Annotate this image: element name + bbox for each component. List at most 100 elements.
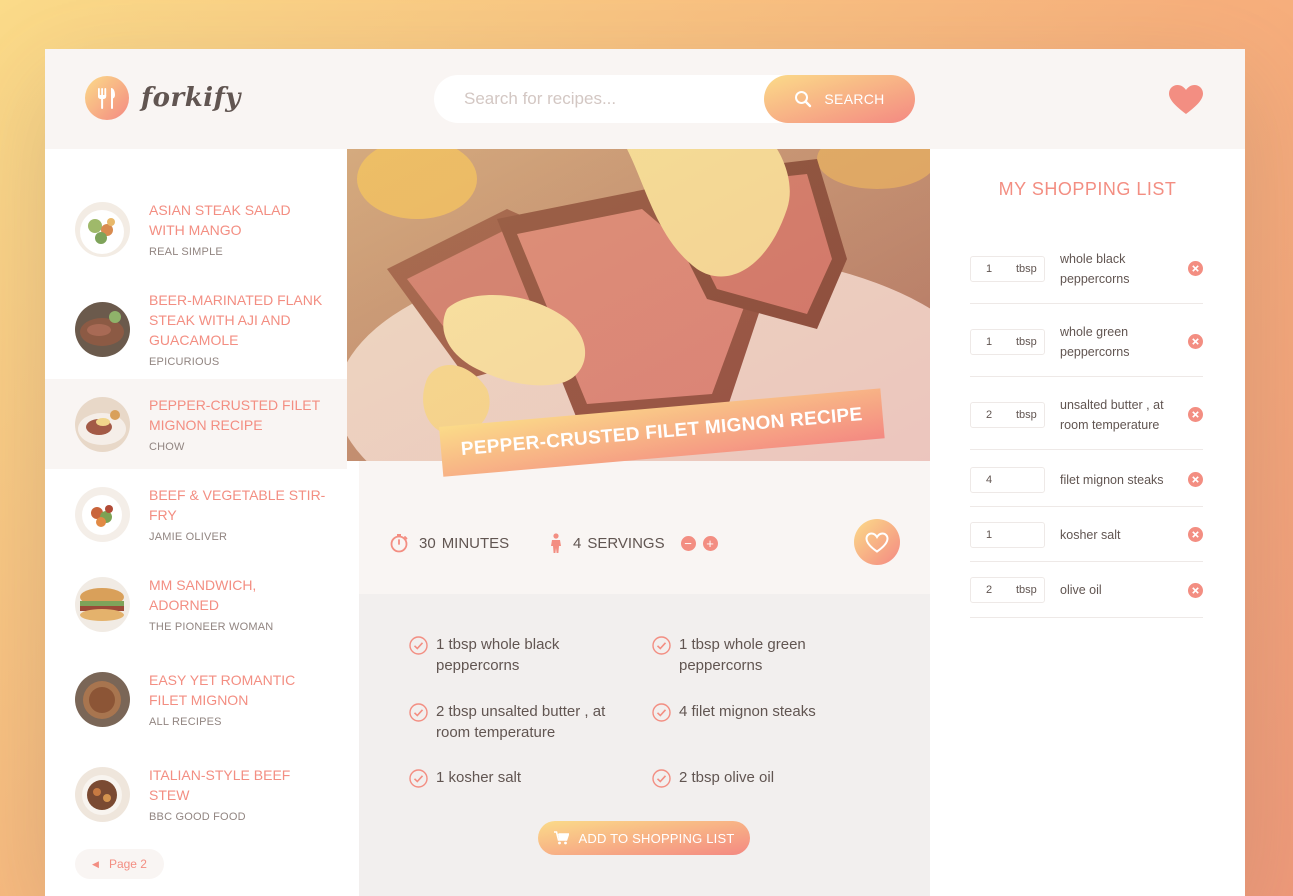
result-item-active[interactable]: PEPPER-CRUSTED FILET MIGNON RECIPE CHOW <box>45 379 347 469</box>
delete-circle-icon[interactable] <box>1188 582 1203 598</box>
result-title: ASIAN STEAK SALAD WITH MANGO <box>149 202 291 238</box>
check-circle-icon <box>409 636 428 655</box>
delete-circle-icon[interactable] <box>1188 261 1203 276</box>
recipe-details: 30 MINUTES 4 SERVINGS − + <box>359 519 930 584</box>
recipe-thumbnail <box>75 201 130 257</box>
ingredient-text: 4 filet mignon steaks <box>679 703 816 720</box>
result-title: BEER-MARINATED FLANK STEAK WITH AJI AND … <box>149 292 323 348</box>
shopping-item: 1 kosher salt <box>970 508 1203 562</box>
stopwatch-icon <box>390 534 408 553</box>
quantity-value: 1 <box>986 262 993 275</box>
shopping-item-description: olive oil <box>1060 583 1102 597</box>
shopping-item: 1 tbsp whole black peppercorns <box>970 234 1203 304</box>
delete-circle-icon[interactable] <box>1188 527 1203 542</box>
recipe-thumbnail <box>75 396 130 452</box>
check-circle-icon <box>652 703 671 722</box>
recipe-thumbnail <box>75 576 130 632</box>
decrease-servings-button[interactable]: − <box>680 535 696 551</box>
ingredient-text: 1 tbsp whole black peppercorns <box>436 636 560 674</box>
servings-value: 4 <box>573 534 582 552</box>
ingredient-item: 2 tbsp olive oil <box>652 767 872 788</box>
person-icon <box>551 533 561 553</box>
result-item[interactable]: EASY YET ROMANTIC FILET MIGNON ALL RECIP… <box>45 649 347 749</box>
quantity-field[interactable]: 1 <box>970 521 1045 548</box>
result-publisher: JAMIE OLIVER <box>149 531 228 543</box>
check-circle-icon <box>652 769 671 788</box>
result-publisher: BBC GOOD FOOD <box>149 811 246 823</box>
shopping-item-description: kosher salt <box>1060 527 1121 542</box>
time-value: 30 <box>419 534 436 552</box>
recipe-thumbnail <box>75 766 130 822</box>
header: forkify SEARCH <box>45 49 1245 149</box>
quantity-value: 1 <box>986 528 993 541</box>
pagination-prev-button[interactable]: ◀ Page 2 <box>75 849 164 879</box>
recipe-thumbnail <box>75 671 130 727</box>
ingredient-item: 1 kosher salt <box>409 767 629 788</box>
result-item[interactable]: BEER-MARINATED FLANK STEAK WITH AJI AND … <box>45 274 347 384</box>
add-to-shopping-list-button[interactable]: ADD TO SHOPPING LIST <box>538 821 750 855</box>
shopping-item: 2 tbsp unsalted butter , at room tempera… <box>970 380 1203 450</box>
time-unit: MINUTES <box>441 534 510 552</box>
quantity-unit: tbsp <box>1016 335 1037 348</box>
triangle-left-icon: ◀ <box>92 858 99 869</box>
delete-circle-icon[interactable] <box>1188 407 1203 422</box>
result-text: BEEF & VEGETABLE STIR-FRY JAMIE OLIVER <box>149 485 329 543</box>
delete-circle-icon[interactable] <box>1188 334 1203 349</box>
result-text: MM SANDWICH, ADORNED THE PIONEER WOMAN <box>149 575 329 633</box>
result-title: BEEF & VEGETABLE STIR-FRY <box>149 487 326 523</box>
recipe-panel: PEPPER-CRUSTED FILET MIGNON RECIPE 30 MI… <box>347 149 942 896</box>
quantity-field[interactable]: 2 tbsp <box>970 401 1045 428</box>
result-text: ASIAN STEAK SALAD WITH MANGO REAL SIMPLE <box>149 200 329 258</box>
quantity-field[interactable]: 1 tbsp <box>970 255 1045 282</box>
logo[interactable]: forkify <box>85 76 241 120</box>
bookmark-recipe-button[interactable] <box>854 519 900 565</box>
pagination-label: Page 2 <box>108 857 147 871</box>
servings-unit: SERVINGS <box>587 534 665 552</box>
shopping-item: 1 tbsp whole green peppercorns <box>970 307 1203 377</box>
ingredient-item: 4 filet mignon steaks <box>652 701 872 722</box>
result-title: MM SANDWICH, ADORNED <box>149 577 257 613</box>
result-title: PEPPER-CRUSTED FILET MIGNON RECIPE <box>149 397 320 433</box>
quantity-value: 2 <box>986 584 993 596</box>
search-form: SEARCH <box>434 75 915 123</box>
ingredient-item: 1 tbsp whole black peppercorns <box>409 634 629 676</box>
shopping-item: 4 filet mignon steaks <box>970 453 1203 507</box>
result-item[interactable]: ASIAN STEAK SALAD WITH MANGO REAL SIMPLE <box>45 184 347 274</box>
shopping-item: 2 tbsp olive oil <box>970 563 1203 618</box>
shopping-item-description: whole green peppercorns <box>1060 324 1130 359</box>
result-publisher: CHOW <box>149 441 185 453</box>
quantity-value: 1 <box>986 335 993 348</box>
search-input[interactable] <box>434 75 734 123</box>
ingredient-item: 2 tbsp unsalted butter , at room tempera… <box>409 701 629 743</box>
result-publisher: EPICURIOUS <box>149 356 220 368</box>
quantity-field[interactable]: 4 <box>970 466 1045 493</box>
delete-circle-icon[interactable] <box>1188 472 1203 487</box>
result-text: PEPPER-CRUSTED FILET MIGNON RECIPE CHOW <box>149 395 329 453</box>
logo-text: forkify <box>141 83 241 113</box>
quantity-field[interactable]: 1 tbsp <box>970 328 1045 355</box>
result-item[interactable]: BEEF & VEGETABLE STIR-FRY JAMIE OLIVER <box>45 469 347 559</box>
result-text: EASY YET ROMANTIC FILET MIGNON ALL RECIP… <box>149 670 329 728</box>
result-item[interactable]: MM SANDWICH, ADORNED THE PIONEER WOMAN <box>45 559 347 649</box>
result-publisher: ALL RECIPES <box>149 716 222 728</box>
check-circle-icon <box>409 769 428 788</box>
bookmarks-heart-icon[interactable] <box>1169 85 1203 120</box>
shopping-list-panel: MY SHOPPING LIST 1 tbsp whole black pepp… <box>930 149 1245 896</box>
quantity-value: 4 <box>986 473 993 486</box>
increase-servings-button[interactable]: + <box>702 535 718 551</box>
add-button-label: ADD TO SHOPPING LIST <box>578 830 735 846</box>
quantity-unit: tbsp <box>1016 262 1037 275</box>
recipe-thumbnail <box>75 301 130 357</box>
servings: 4 SERVINGS − + <box>549 533 718 553</box>
heart-outline-icon <box>865 531 889 553</box>
results-panel: ASIAN STEAK SALAD WITH MANGO REAL SIMPLE… <box>45 149 359 896</box>
ingredient-item: 1 tbsp whole green peppercorns <box>652 634 872 676</box>
quantity-unit: tbsp <box>1016 584 1037 596</box>
search-button[interactable]: SEARCH <box>764 75 915 123</box>
shopping-item-description: filet mignon steaks <box>1060 472 1164 487</box>
result-item[interactable]: ITALIAN-STYLE BEEF STEW BBC GOOD FOOD <box>45 749 347 839</box>
result-title: EASY YET ROMANTIC FILET MIGNON <box>149 672 296 708</box>
ingredient-text: 2 tbsp unsalted butter , at room tempera… <box>436 703 606 741</box>
result-text: BEER-MARINATED FLANK STEAK WITH AJI AND … <box>149 290 329 368</box>
quantity-field[interactable]: 2 tbsp <box>970 577 1045 603</box>
